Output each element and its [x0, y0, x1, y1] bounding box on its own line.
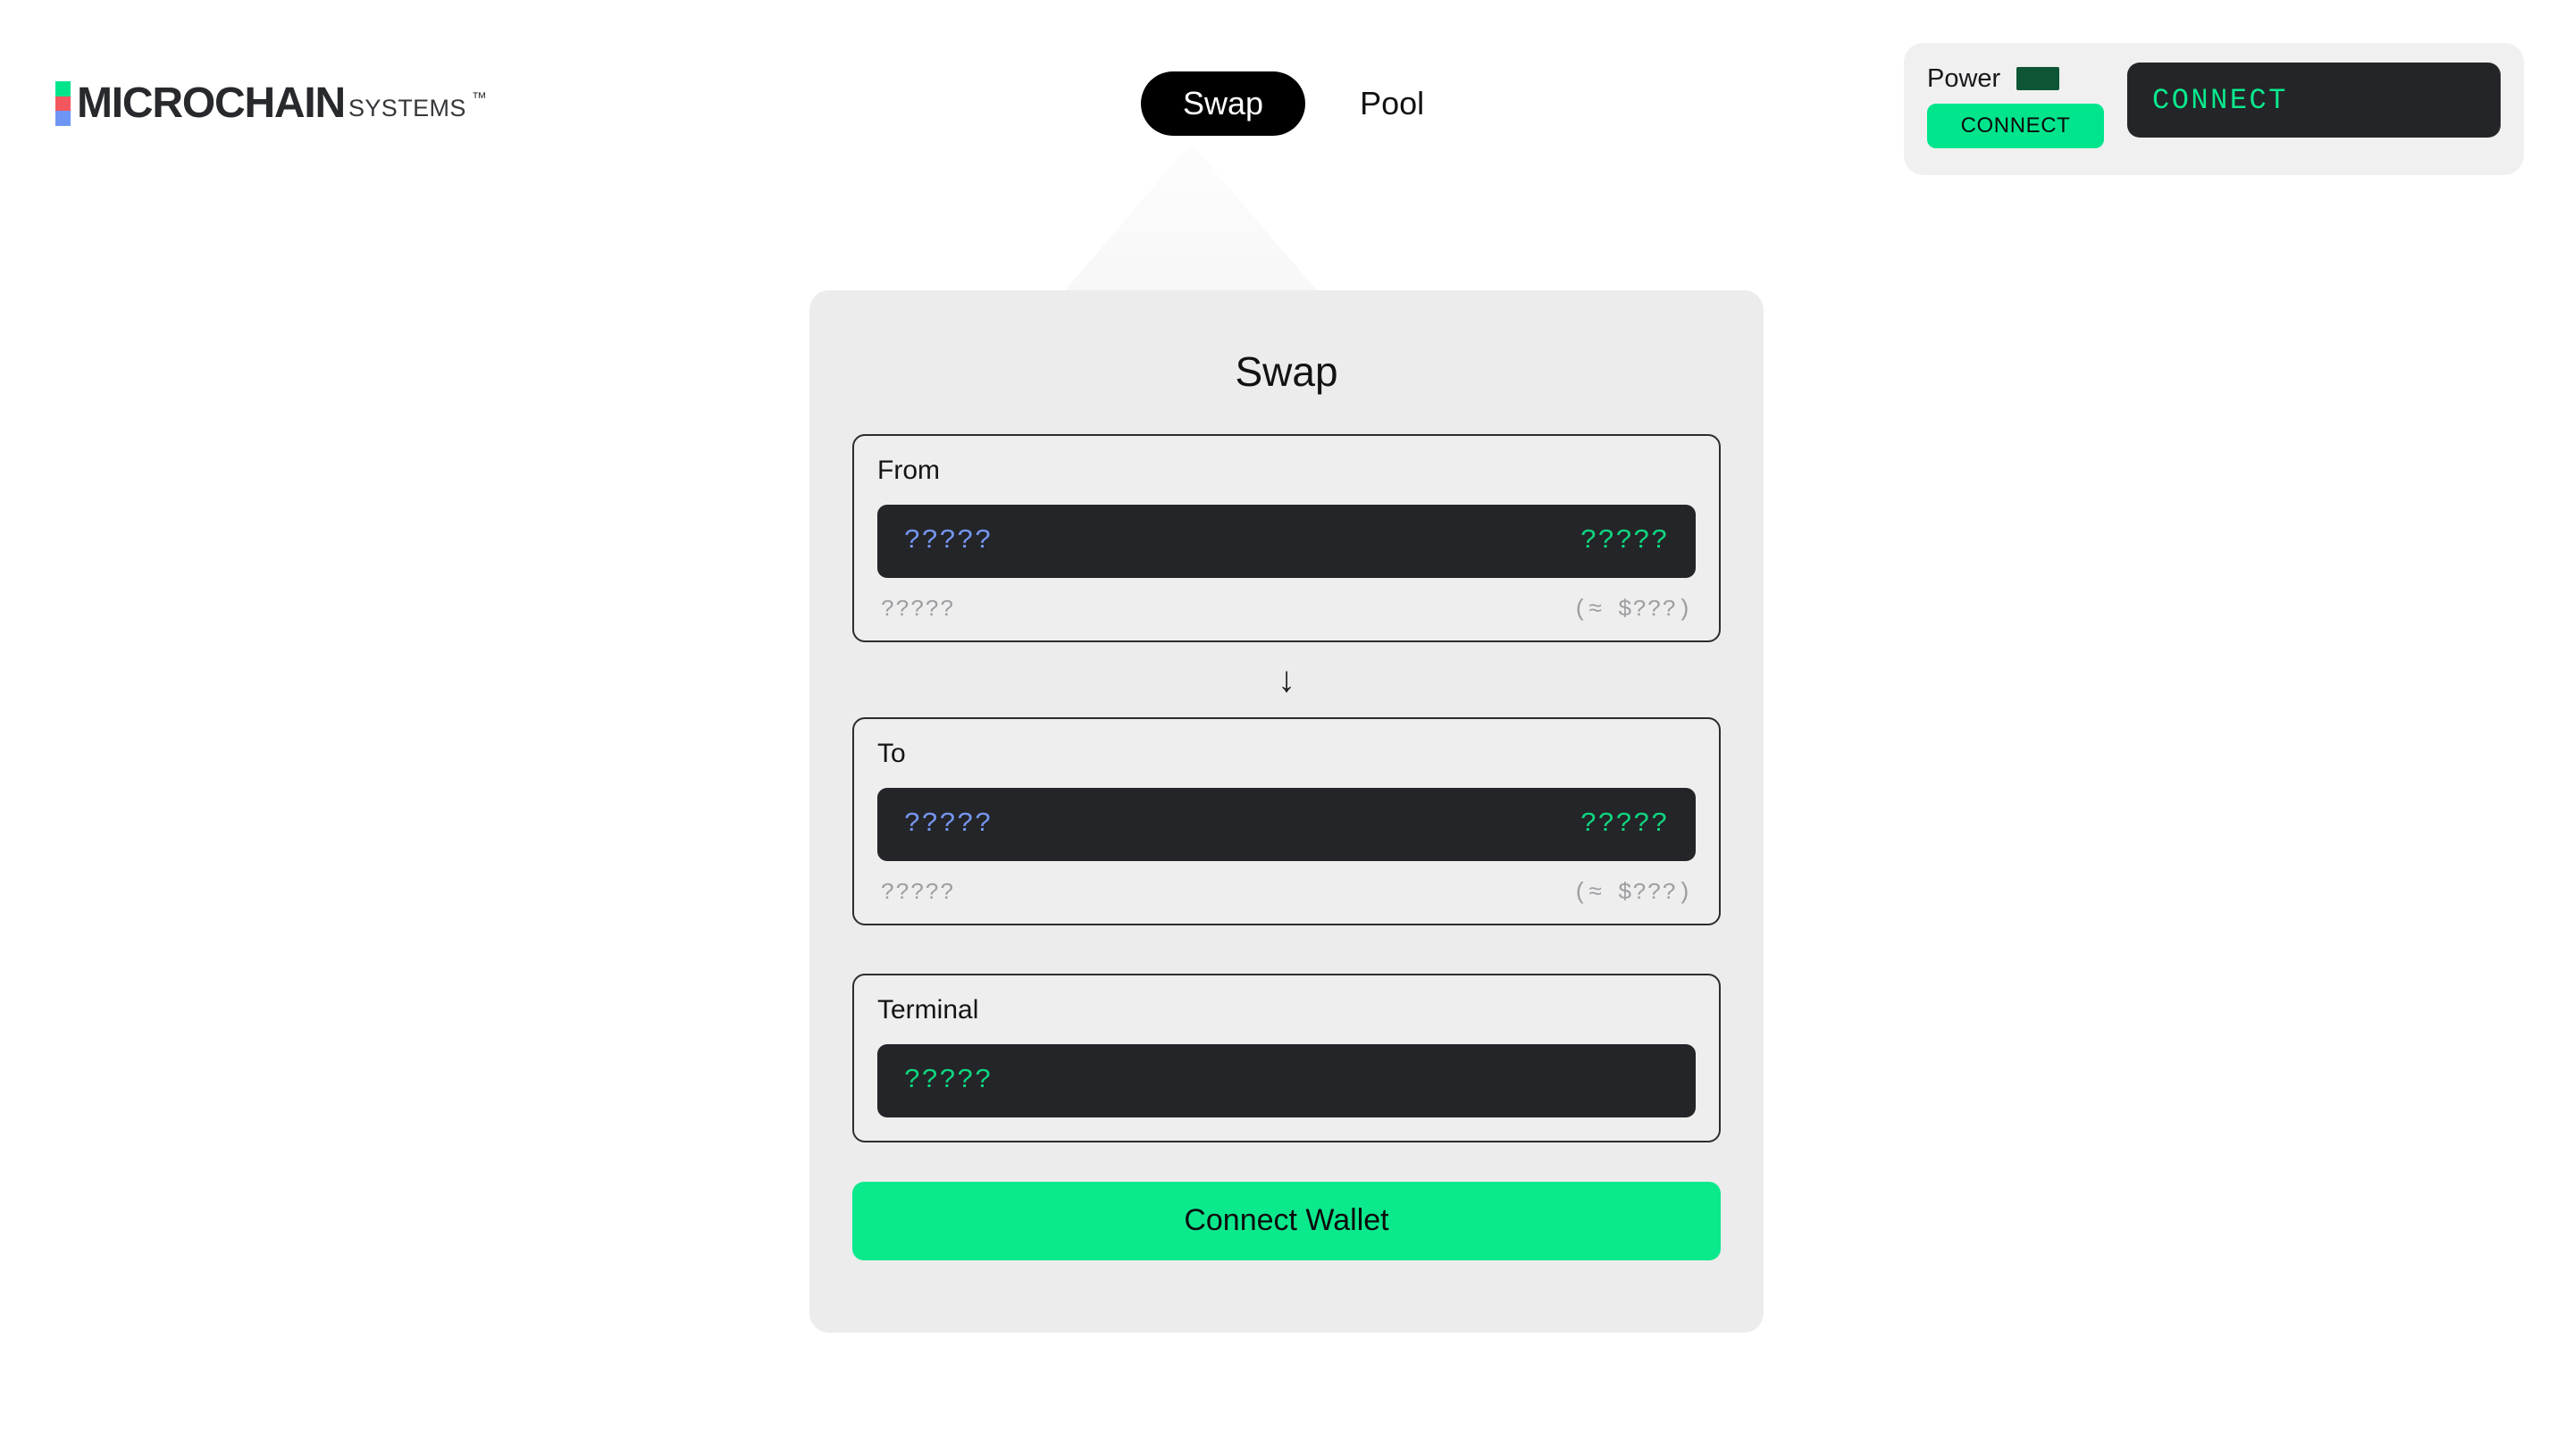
main-nav: Swap Pool — [1141, 71, 1466, 136]
swap-card-title: Swap — [1235, 348, 1338, 395]
to-meta: ????? (≈ $???) — [877, 879, 1696, 906]
brand-logo[interactable]: MICROCHAIN SYSTEMS ™ — [55, 79, 487, 129]
to-input[interactable]: ????? ????? — [877, 787, 1696, 861]
power-label: Power — [1927, 63, 2001, 93]
terminal-section: Terminal ????? — [852, 973, 1721, 1142]
wallet-widget: Power CONNECT CONNECT — [1904, 43, 2524, 175]
swap-direction-arrow-icon[interactable]: ↓ — [852, 662, 1721, 698]
brand-subtitle: SYSTEMS — [348, 94, 466, 121]
from-token-value[interactable]: ????? — [904, 525, 993, 556]
connect-wallet-button[interactable]: Connect Wallet — [852, 1181, 1721, 1260]
from-usd-estimate: (≈ $???) — [1573, 595, 1692, 623]
to-token-value[interactable]: ????? — [904, 808, 993, 840]
terminal-input[interactable]: ????? — [877, 1043, 1696, 1117]
to-balance: ????? — [881, 878, 956, 906]
swap-card: Swap From ????? ????? ????? (≈ $???) ↓ T… — [809, 290, 1764, 1333]
widget-connect-small-button[interactable]: CONNECT — [1927, 104, 2104, 148]
active-tab-beam — [1061, 143, 1320, 295]
from-meta: ????? (≈ $???) — [877, 596, 1696, 623]
wallet-widget-left: Power CONNECT — [1927, 63, 2104, 148]
terminal-value[interactable]: ????? — [904, 1065, 993, 1096]
brand-name: MICROCHAIN — [77, 79, 346, 127]
from-amount-value[interactable]: ????? — [1580, 525, 1669, 556]
logo-mark-icon — [55, 81, 71, 126]
widget-connect-button[interactable]: CONNECT — [2127, 63, 2501, 138]
tab-swap[interactable]: Swap — [1141, 71, 1306, 136]
trademark-symbol: ™ — [471, 89, 487, 106]
to-usd-estimate: (≈ $???) — [1573, 878, 1692, 906]
to-section: To ????? ????? ????? (≈ $???) — [852, 716, 1721, 925]
from-section: From ????? ????? ????? (≈ $???) — [852, 433, 1721, 642]
terminal-label: Terminal — [877, 994, 979, 1025]
tab-pool[interactable]: Pool — [1318, 71, 1466, 136]
from-label: From — [877, 455, 940, 485]
to-label: To — [877, 738, 906, 768]
power-row: Power — [1927, 63, 2104, 95]
power-indicator-icon — [2016, 67, 2060, 90]
app-root: MICROCHAIN SYSTEMS ™ Swap Pool Power CON… — [0, 0, 2573, 1456]
to-amount-value[interactable]: ????? — [1580, 808, 1669, 840]
from-balance: ????? — [881, 595, 956, 623]
from-input[interactable]: ????? ????? — [877, 504, 1696, 578]
